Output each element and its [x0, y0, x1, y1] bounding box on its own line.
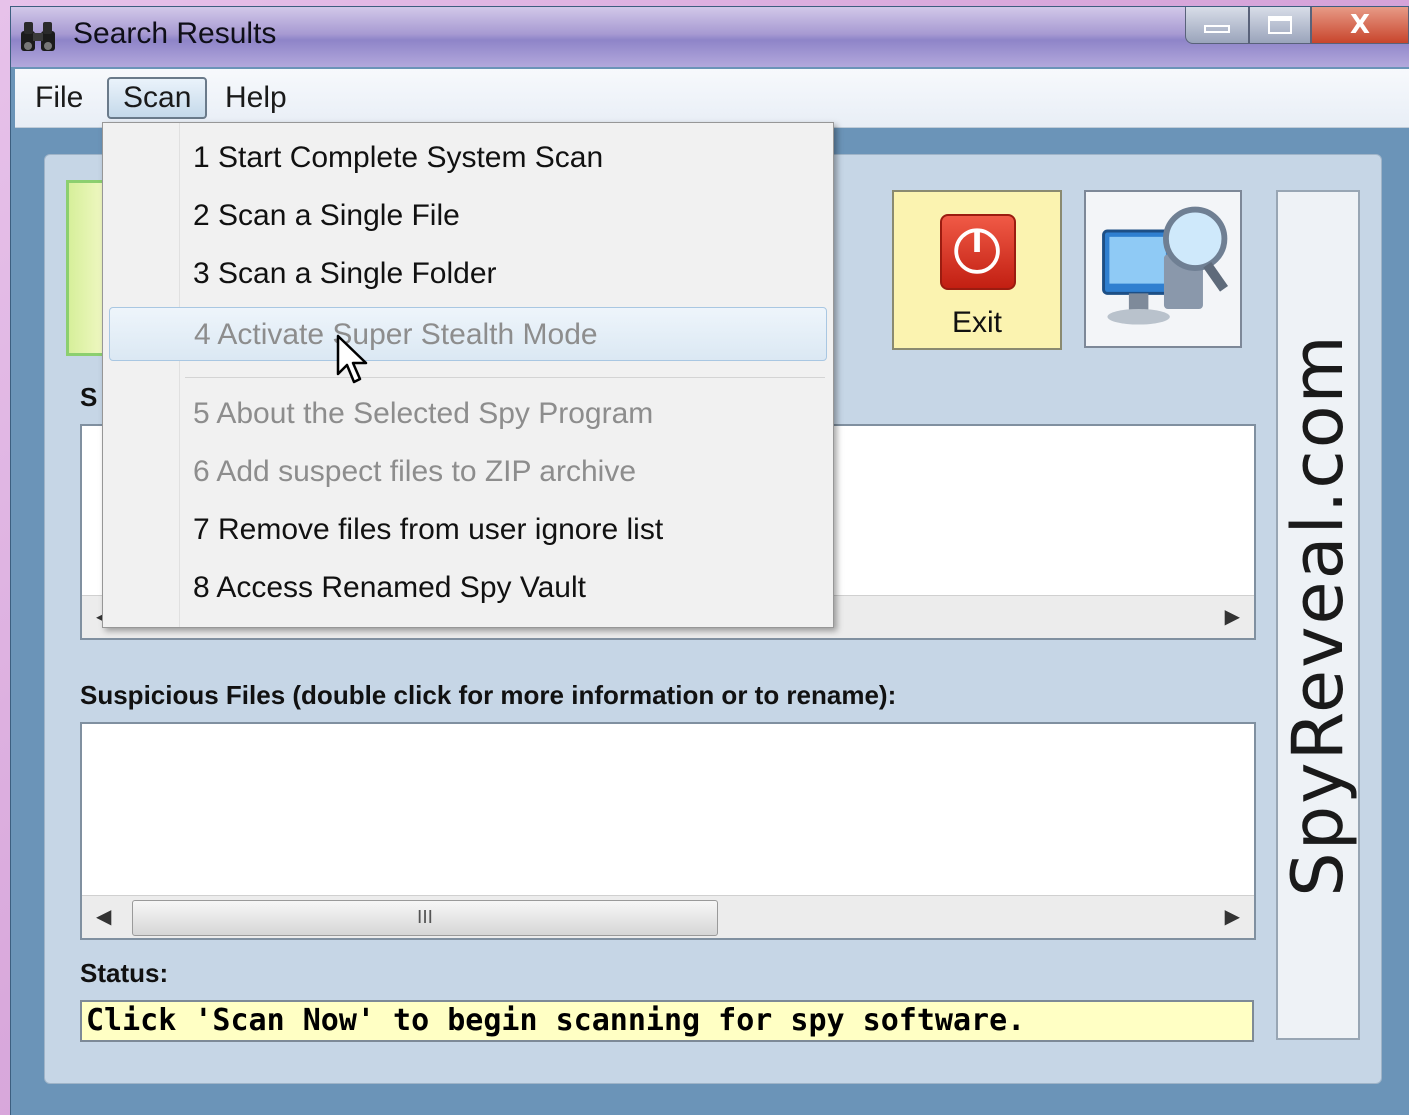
menu-item-renamed-spy-vault[interactable]: 8 Access Renamed Spy Vault — [109, 561, 827, 615]
binoculars-icon — [21, 22, 55, 51]
scroll-right-icon[interactable]: ▶ — [1225, 904, 1240, 928]
computer-magnifier-icon — [1102, 206, 1229, 325]
menu-scan[interactable]: Scan — [107, 77, 208, 119]
computer-scan-button[interactable] — [1084, 190, 1242, 348]
close-button[interactable]: X — [1311, 7, 1409, 44]
menu-separator — [185, 377, 825, 378]
brand-text: SpyReveal.com — [1277, 333, 1359, 897]
menu-file[interactable]: File — [21, 77, 97, 119]
menu-item-start-complete-scan[interactable]: 1 Start Complete System Scan — [109, 131, 827, 185]
menu-item-super-stealth-mode[interactable]: 4 Activate Super Stealth Mode — [109, 307, 827, 361]
scrollbar-thumb[interactable]: III — [132, 900, 718, 936]
scroll-right-icon[interactable]: ▶ — [1225, 604, 1240, 628]
menu-item-scan-single-file[interactable]: 2 Scan a Single File — [109, 189, 827, 243]
minimize-button[interactable] — [1185, 7, 1249, 44]
scroll-left-icon[interactable]: ◀ — [96, 904, 111, 928]
window-title: Search Results — [73, 17, 277, 50]
menu-item-about-spy-program[interactable]: 5 About the Selected Spy Program — [109, 387, 827, 441]
power-icon — [940, 214, 1016, 290]
exit-label: Exit — [951, 306, 1002, 339]
status-label: Status: — [80, 958, 169, 988]
maximize-button[interactable] — [1249, 7, 1311, 44]
suspicious-files-list[interactable]: ◀ III ▶ — [80, 722, 1256, 940]
menu-bar: File Scan Help — [15, 69, 1409, 128]
suspicious-list-hscroll[interactable]: ◀ III ▶ — [82, 895, 1254, 938]
suspicious-files-label: Suspicious Files (double click for more … — [80, 680, 897, 710]
menu-item-scan-single-folder[interactable]: 3 Scan a Single Folder — [109, 247, 827, 301]
status-text: Click 'Scan Now' to begin scanning for s… — [80, 1000, 1254, 1042]
window-controls: X — [1185, 7, 1409, 47]
maximize-icon — [1268, 16, 1292, 34]
menu-item-add-to-zip[interactable]: 6 Add suspect files to ZIP archive — [109, 445, 827, 499]
menu-help[interactable]: Help — [211, 77, 301, 119]
menu-item-remove-ignore-list[interactable]: 7 Remove files from user ignore list — [109, 503, 827, 557]
brand-banner: SpyReveal.com — [1276, 190, 1360, 1040]
minimize-icon — [1204, 25, 1230, 33]
scan-menu-dropdown: 1 Start Complete System Scan 2 Scan a Si… — [102, 122, 834, 628]
exit-button[interactable]: Exit — [892, 190, 1062, 350]
mouse-cursor-icon — [336, 334, 368, 384]
spy-list-label: S — [80, 382, 98, 412]
title-bar: Search Results X — [11, 7, 1409, 67]
